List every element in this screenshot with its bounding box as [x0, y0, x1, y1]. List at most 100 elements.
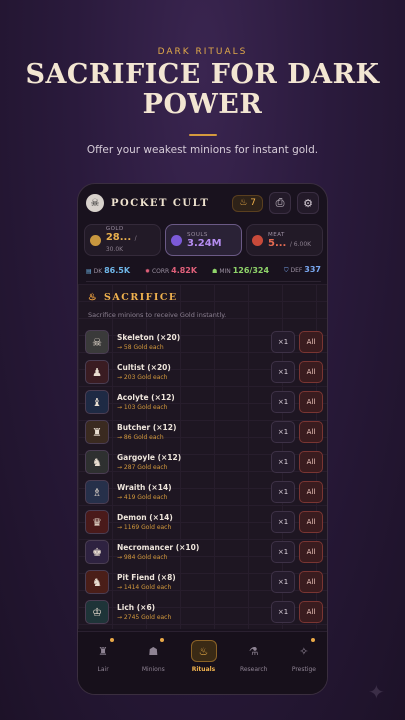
sacrifice-one-button[interactable]: ×1: [271, 331, 295, 353]
resource-cap: / 6.00K: [289, 240, 312, 248]
butcher-icon: ♜: [85, 420, 109, 444]
sacrifice-all-button[interactable]: All: [299, 421, 323, 443]
minion-gold: → 419 Gold each: [117, 494, 168, 501]
skull-icon: ☠: [85, 330, 109, 354]
sacrifice-one-button[interactable]: ×1: [271, 421, 295, 443]
sacrifice-all-button[interactable]: All: [299, 571, 323, 593]
minion-info: Wraith (×14) → 419 Gold each: [117, 483, 271, 501]
scroll-icon: ⎙: [275, 196, 285, 209]
nav-rituals[interactable]: ♨ Rituals: [178, 632, 228, 694]
resource-value: 3.24M: [187, 237, 222, 249]
notification-dot: [110, 638, 114, 642]
necromancer-icon: ♚: [85, 540, 109, 564]
stat-label: DK: [93, 267, 103, 275]
stat-def: ⛉ DEF 337: [284, 265, 321, 275]
sacrifice-one-button[interactable]: ×1: [271, 481, 295, 503]
minion-row: ♜ Butcher (×12) → 86 Gold each ×1 All: [85, 417, 323, 447]
minion-info: Necromancer (×10) → 984 Gold each: [117, 543, 271, 561]
hero-tagline: Offer your weakest minions for instant g…: [86, 144, 319, 156]
minion-name: Pit Fiend (×8): [117, 573, 176, 582]
sacrifice-one-button[interactable]: ×1: [271, 361, 295, 383]
minion-name: Acolyte (×12): [117, 393, 175, 402]
sacrifice-one-button[interactable]: ×1: [271, 601, 295, 623]
minion-name: Wraith (×14): [117, 483, 172, 492]
sacrifice-one-button[interactable]: ×1: [271, 391, 295, 413]
shield-icon: ⛉: [284, 267, 289, 274]
minion-row: ♝ Acolyte (×12) → 103 Gold each ×1 All: [85, 387, 323, 417]
nav-label: Research: [239, 666, 268, 673]
minion-gold: → 103 Gold each: [117, 404, 168, 411]
stats-divider: [86, 281, 321, 282]
sacrifice-one-button[interactable]: ×1: [271, 541, 295, 563]
minion-name: Cultist (×20): [117, 363, 171, 372]
lair-icon: ♜: [98, 644, 109, 658]
sacrifice-one-button[interactable]: ×1: [271, 451, 295, 473]
minion-info: Lich (×6) → 2745 Gold each: [117, 603, 271, 621]
minion-info: Gargoyle (×12) → 287 Gold each: [117, 453, 271, 471]
minion-gold: → 1414 Gold each: [117, 584, 172, 591]
sacrifice-one-button[interactable]: ×1: [271, 571, 295, 593]
minion-gold: → 58 Gold each: [117, 344, 164, 351]
hero-divider: [189, 134, 217, 136]
resource-meat[interactable]: MEAT 5... / 6.00K: [246, 224, 323, 256]
sacrifice-all-button[interactable]: All: [299, 391, 323, 413]
flame-icon: ♨: [239, 198, 248, 208]
resource-value: 28...: [105, 232, 132, 243]
minion-gold: → 86 Gold each: [117, 434, 164, 441]
minion-gold: → 203 Gold each: [117, 374, 168, 381]
sacrifice-all-button[interactable]: All: [299, 451, 323, 473]
nav-minions[interactable]: ☗ Minions: [128, 632, 178, 694]
minion-info: Cultist (×20) → 203 Gold each: [117, 363, 271, 381]
stat-min: ☗ MIN 126/324: [212, 266, 269, 275]
lich-icon: ♔: [85, 600, 109, 624]
minion-gold: → 287 Gold each: [117, 464, 168, 471]
scroll-button[interactable]: ⎙: [269, 192, 291, 214]
flame-count: 7: [250, 198, 256, 208]
corruption-icon: ✹: [145, 267, 151, 275]
notification-dot: [310, 638, 315, 642]
app-header: ☠ POCKET CULT ♨ 7 ⎙ ⚙: [78, 184, 327, 222]
bottom-nav: ♜ Lair ☗ Minions ♨ Rituals ⚗ Research ✧ Prestige: [78, 631, 327, 694]
stat-corr: ✹ CORR 4.82K: [145, 266, 197, 275]
sacrifice-all-button[interactable]: All: [299, 511, 323, 533]
resource-bar: GOLD 28... / 30.0K SOULS 3.24M MEAT 5...…: [84, 224, 323, 256]
flame-badge[interactable]: ♨ 7: [232, 194, 263, 212]
flame-icon: ♨: [88, 292, 99, 303]
app-title: POCKET CULT: [111, 197, 210, 209]
settings-button[interactable]: ⚙: [297, 192, 319, 214]
resource-souls[interactable]: SOULS 3.24M: [165, 224, 242, 256]
minion-row: ♞ Gargoyle (×12) → 287 Gold each ×1 All: [85, 447, 323, 477]
pit-fiend-icon: ♞: [85, 570, 109, 594]
stat-label: CORR: [151, 267, 170, 275]
section-title: ♨ SACRIFICE: [88, 292, 178, 303]
nav-lair[interactable]: ♜ Lair: [78, 632, 128, 694]
minion-row: ☠ Skeleton (×20) → 58 Gold each ×1 All: [85, 327, 323, 357]
sacrifice-all-button[interactable]: All: [299, 331, 323, 353]
minion-name: Necromancer (×10): [117, 543, 200, 552]
stats-row: ▤ DK 86.5K ✹ CORR 4.82K ☗ MIN 126/324 ⛉ …: [86, 264, 321, 276]
minion-row: ♗ Wraith (×14) → 419 Gold each ×1 All: [85, 477, 323, 507]
flame-icon: ♨: [190, 640, 217, 662]
minion-info: Pit Fiend (×8) → 1414 Gold each: [117, 573, 271, 591]
wraith-icon: ♗: [85, 480, 109, 504]
phone-frame: ☠ POCKET CULT ♨ 7 ⎙ ⚙ GOLD 28... / 30.0K…: [77, 183, 328, 695]
sacrifice-all-button[interactable]: All: [299, 601, 323, 623]
minion-row: ♞ Pit Fiend (×8) → 1414 Gold each ×1 All: [85, 567, 323, 597]
minion-row: ♟ Cultist (×20) → 203 Gold each ×1 All: [85, 357, 323, 387]
sacrifice-all-button[interactable]: All: [299, 361, 323, 383]
sacrifice-all-button[interactable]: All: [299, 541, 323, 563]
minion-info: Acolyte (×12) → 103 Gold each: [117, 393, 271, 411]
minion-info: Demon (×14) → 1169 Gold each: [117, 513, 271, 531]
stat-label: MIN: [219, 267, 231, 275]
nav-research[interactable]: ⚗ Research: [229, 632, 279, 694]
sacrifice-all-button[interactable]: All: [299, 481, 323, 503]
acolyte-icon: ♝: [85, 390, 109, 414]
sparkle-icon: ✧: [299, 644, 309, 658]
nav-prestige[interactable]: ✧ Prestige: [279, 632, 327, 694]
gold-coin-icon: [90, 234, 101, 246]
resource-gold[interactable]: GOLD 28... / 30.0K: [84, 224, 161, 256]
section-subtitle: Sacrifice minions to receive Gold instan…: [88, 311, 227, 319]
stat-value: 86.5K: [104, 265, 131, 275]
sacrifice-one-button[interactable]: ×1: [271, 511, 295, 533]
stat-label: DEF: [290, 267, 303, 274]
